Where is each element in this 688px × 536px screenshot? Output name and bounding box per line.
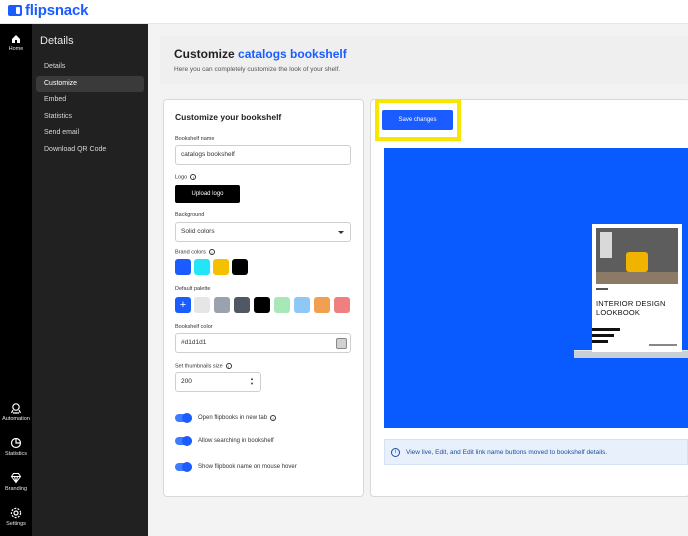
toggle-row-search: Allow searching in bookshelf (175, 436, 274, 446)
automation-icon (10, 403, 22, 414)
cover-small-text (596, 288, 608, 290)
rail-item-settings[interactable]: Settings (0, 507, 32, 527)
settings-icon (10, 507, 22, 519)
brand-name: flipsnack (25, 2, 89, 19)
brand-colors-label: Brand colors i (175, 249, 215, 255)
toggle-label: Allow searching in bookshelf (198, 438, 274, 444)
rail-label: Branding (4, 486, 28, 492)
sidebar-title: Details (40, 35, 74, 47)
thumbnail-size-label: Set thumbnails size i (175, 363, 232, 369)
notice-text: View live, Edit, and Edit link name butt… (406, 449, 608, 456)
page-header: Customize catalogs bookshelf Here you ca… (160, 36, 688, 84)
add-color-button[interactable]: + (175, 297, 191, 313)
brand-color-swatch[interactable] (194, 259, 210, 275)
cover-stripe (592, 340, 608, 343)
rail-item-home[interactable]: Home (0, 34, 32, 52)
save-button-highlight (375, 99, 461, 141)
main-content: Customize catalogs bookshelf Here you ca… (148, 24, 688, 536)
primary-nav-rail: Home Automation Statistics Branding Sett… (0, 24, 32, 536)
brand-color-swatch[interactable] (213, 259, 229, 275)
title-bookshelf-name: catalogs bookshelf (238, 47, 347, 61)
color-picker-chip[interactable] (336, 338, 347, 349)
bookshelf-preview: INTERIOR DESIGN LOOKBOOK (384, 148, 688, 428)
background-select[interactable]: Solid colors (175, 222, 351, 242)
bookshelf-color-label: Bookshelf color (175, 324, 213, 330)
bookshelf-color-input[interactable]: #d1d1d1 (175, 333, 351, 353)
cover-footer-text (649, 344, 677, 346)
branding-icon (10, 473, 22, 484)
rail-item-automation[interactable]: Automation (0, 402, 32, 422)
info-icon: i (391, 448, 400, 457)
info-icon[interactable]: i (190, 174, 197, 180)
home-icon (12, 35, 20, 43)
logo-label-text: Logo (175, 174, 188, 181)
toggle-row-new-tab: Open flipbooks in new tab i (175, 413, 277, 423)
thumbnail-size-value: 200 (181, 378, 192, 385)
toggle-label: Show flipbook name on mouse hover (198, 464, 297, 470)
cover-window (600, 232, 612, 258)
rail-item-statistics[interactable]: Statistics (0, 437, 32, 457)
flipsnack-logo[interactable]: flipsnack (8, 2, 88, 19)
cover-floor (596, 272, 678, 284)
show-name-hover-toggle[interactable] (175, 462, 192, 472)
cover-stripe (592, 328, 620, 331)
page-title: Customize catalogs bookshelf (174, 47, 347, 61)
customize-form: Customize your bookshelf Bookshelf name … (163, 99, 364, 497)
rail-label: Statistics (4, 451, 27, 457)
palette-swatch[interactable] (194, 297, 210, 313)
rail-item-branding[interactable]: Branding (0, 472, 32, 492)
palette-swatch[interactable] (234, 297, 250, 313)
palette-swatch[interactable] (334, 297, 350, 313)
cover-photo (596, 228, 678, 284)
bookshelf-color-value: #d1d1d1 (181, 339, 207, 346)
stepper-arrows-icon[interactable]: ▲ ▼ (250, 376, 254, 386)
details-sidebar: Details Details Customize Embed Statisti… (32, 24, 148, 536)
background-label: Background (175, 212, 205, 218)
title-prefix: Customize (174, 47, 235, 61)
bookshelf-name-label: Bookshelf name (175, 136, 215, 142)
palette-swatch[interactable] (274, 297, 290, 313)
statistics-icon (10, 437, 22, 449)
logo-mark-icon (8, 5, 22, 16)
chevron-down-icon (338, 231, 344, 234)
brand-color-swatch[interactable] (232, 259, 248, 275)
top-bar: flipsnack (0, 0, 688, 24)
book-title: INTERIOR DESIGN LOOKBOOK (596, 299, 666, 317)
palette-swatch[interactable] (254, 297, 270, 313)
brand-color-swatch[interactable] (175, 259, 191, 275)
info-notice: i View live, Edit, and Edit link name bu… (384, 439, 688, 465)
brand-colors-label-text: Brand colors (175, 249, 206, 256)
palette-swatch[interactable] (314, 297, 330, 313)
toggle-label: Open flipbooks in new tab (198, 415, 268, 421)
logo-label: Logo i (175, 174, 197, 181)
rail-label: Home (8, 46, 24, 52)
background-select-value: Solid colors (181, 228, 215, 235)
bookshelf-name-input[interactable]: catalogs bookshelf (175, 145, 351, 165)
rail-label: Automation (2, 416, 30, 422)
default-palette-label: Default palette (175, 286, 211, 292)
flipbook-cover[interactable]: INTERIOR DESIGN LOOKBOOK (592, 224, 682, 352)
open-new-tab-toggle[interactable] (175, 413, 192, 423)
yellow-chair-icon (626, 252, 648, 272)
info-icon[interactable]: i (208, 249, 215, 255)
upload-logo-button[interactable]: Upload logo (175, 185, 240, 203)
page-subtitle: Here you can completely customize the lo… (174, 66, 341, 73)
cover-stripe (592, 334, 614, 337)
sidebar-item-customize[interactable]: Customize (36, 76, 144, 92)
palette-swatch[interactable] (214, 297, 230, 313)
thumbnail-size-stepper[interactable]: 200 ▲ ▼ (175, 372, 261, 392)
info-icon[interactable]: i (270, 415, 277, 421)
form-title: Customize your bookshelf (175, 112, 282, 122)
toggle-row-hover-name: Show flipbook name on mouse hover (175, 462, 297, 472)
rail-label: Settings (6, 521, 26, 527)
palette-swatch[interactable] (294, 297, 310, 313)
thumbnail-size-label-text: Set thumbnails size (175, 363, 223, 370)
allow-search-toggle[interactable] (175, 436, 192, 446)
info-icon[interactable]: i (225, 363, 232, 369)
